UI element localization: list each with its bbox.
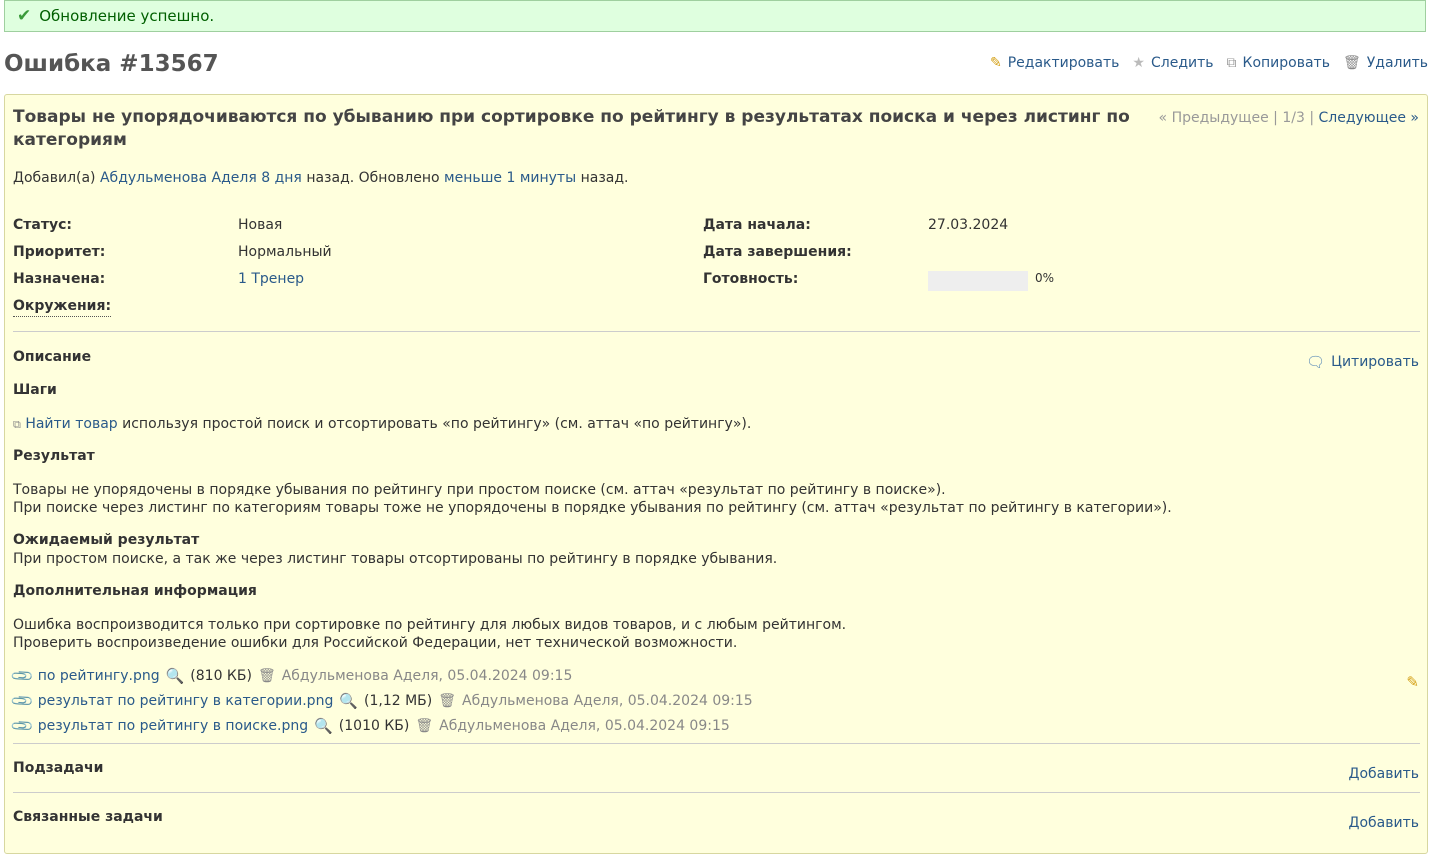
- assigned-label: Назначена:: [13, 271, 106, 287]
- steps-text: ⧉ Найти товар используя простой поиск и …: [13, 416, 752, 432]
- attachment-link[interactable]: результат по рейтингу в категории.png: [38, 693, 334, 709]
- trash-icon: 🗑: [1342, 55, 1361, 71]
- progress-percent: 0%: [1035, 271, 1055, 285]
- extra-info-heading: Дополнительная информация: [13, 583, 257, 599]
- issue-panel: Товары не упорядочиваются по убыванию пр…: [4, 94, 1428, 854]
- paperclip-icon: 📎: [9, 688, 36, 714]
- attachment-link[interactable]: по рейтингу.png: [38, 668, 160, 684]
- progress-bar: [928, 271, 1028, 291]
- issue-navigation: « Предыдущее | 1/3 | Следующее »: [1158, 110, 1419, 126]
- trash-icon[interactable]: 🗑: [258, 669, 276, 683]
- status-value: Новая: [238, 217, 283, 233]
- trash-icon[interactable]: 🗑: [415, 719, 433, 733]
- attachment-meta: Абдульменова Аделя, 05.04.2024 09:15: [439, 718, 730, 734]
- next-link[interactable]: Следующее »: [1318, 110, 1419, 126]
- find-product-link[interactable]: Найти товар: [25, 416, 117, 432]
- trash-icon[interactable]: 🗑: [438, 694, 456, 708]
- page-title: Ошибка #13567: [4, 51, 219, 77]
- pencil-icon[interactable]: ✎: [1406, 673, 1419, 691]
- speech-bubble-icon: 🗨: [1306, 352, 1326, 371]
- copy-button[interactable]: ⧉ Копировать: [1227, 55, 1330, 71]
- subtasks-heading: Подзадачи: [13, 760, 104, 776]
- divider: [13, 792, 1420, 793]
- flash-text: Обновление успешно.: [39, 7, 215, 25]
- expected-heading: Ожидаемый результат: [13, 532, 200, 548]
- result-heading: Результат: [13, 448, 95, 464]
- extra-info-line-1: Ошибка воспроизводится только при сортир…: [13, 617, 847, 633]
- attachment-link[interactable]: результат по рейтингу в поиске.png: [38, 718, 308, 734]
- assigned-link[interactable]: 1 Тренер: [238, 271, 304, 291]
- contextual-actions: ✎ Редактировать ★ Следить ⧉ Копировать 🗑…: [990, 55, 1428, 71]
- success-flash: ✔ Обновление успешно.: [4, 0, 1426, 32]
- issue-subject: Товары не упорядочиваются по убыванию пр…: [13, 107, 1130, 150]
- external-link-icon: ⧉: [13, 418, 21, 431]
- result-line-1: Товары не упорядочены в порядке убывания…: [13, 482, 946, 498]
- magnifier-icon[interactable]: 🔍: [314, 717, 333, 735]
- divider: [13, 331, 1420, 332]
- steps-heading: Шаги: [13, 382, 57, 398]
- added-time-link[interactable]: 8 дня: [261, 170, 302, 186]
- paperclip-icon: 📎: [9, 663, 36, 689]
- divider: [13, 743, 1420, 744]
- attachment-size: (1010 КБ): [338, 718, 410, 734]
- copy-icon: ⧉: [1226, 55, 1237, 71]
- result-line-2: При поиске через листинг по категориям т…: [13, 500, 1172, 516]
- priority-value: Нормальный: [238, 244, 332, 260]
- edit-button[interactable]: ✎ Редактировать: [990, 55, 1119, 71]
- start-date-value: 27.03.2024: [928, 217, 1009, 233]
- attachment-meta: Абдульменова Аделя, 05.04.2024 09:15: [462, 693, 753, 709]
- add-subtask-link[interactable]: Добавить: [1349, 766, 1419, 782]
- author-line: Добавил(а) Абдульменова Аделя 8 дня наза…: [13, 170, 629, 186]
- relations-heading: Связанные задачи: [13, 809, 163, 825]
- star-icon: ★: [1132, 55, 1145, 71]
- attachment-item: 📎 по рейтингу.png 🔍 (810 КБ) 🗑 Абдульмен…: [9, 663, 573, 689]
- attachment-item: 📎 результат по рейтингу в поиске.png 🔍 (…: [9, 713, 730, 739]
- pencil-icon: ✎: [989, 55, 1002, 71]
- attachment-meta: Абдульменова Аделя, 05.04.2024 09:15: [281, 668, 573, 684]
- due-date-label: Дата завершения:: [703, 244, 852, 260]
- magnifier-icon[interactable]: 🔍: [339, 692, 358, 710]
- priority-label: Приоритет:: [13, 244, 106, 260]
- attachment-size: (810 КБ): [190, 668, 252, 684]
- done-ratio-label: Готовность:: [703, 271, 799, 287]
- start-date-label: Дата начала:: [703, 217, 811, 233]
- description-heading: Описание: [13, 349, 92, 365]
- attachment-size: (1,12 МБ): [364, 693, 433, 709]
- check-icon: ✔: [17, 6, 32, 26]
- watch-button[interactable]: ★ Следить: [1132, 55, 1213, 71]
- add-relation-link[interactable]: Добавить: [1349, 815, 1419, 831]
- status-label: Статус:: [13, 217, 72, 233]
- expected-text: При простом поиске, а так же через листи…: [13, 551, 778, 567]
- author-link[interactable]: Абдульменова Аделя: [100, 170, 257, 186]
- paperclip-icon: 📎: [9, 713, 36, 739]
- updated-time-link[interactable]: меньше 1 минуты: [444, 170, 576, 186]
- quote-button[interactable]: 🗨 Цитировать: [1306, 354, 1419, 370]
- prev-link: « Предыдущее: [1158, 110, 1269, 126]
- extra-info-line-2: Проверить воспроизведение ошибки для Рос…: [13, 635, 738, 651]
- environment-label: Окружения:: [13, 298, 112, 317]
- attachment-item: 📎 результат по рейтингу в категории.png …: [9, 688, 753, 714]
- issue-position: 1/3: [1282, 110, 1305, 126]
- magnifier-icon[interactable]: 🔍: [166, 667, 185, 685]
- delete-button[interactable]: 🗑 Удалить: [1343, 55, 1428, 71]
